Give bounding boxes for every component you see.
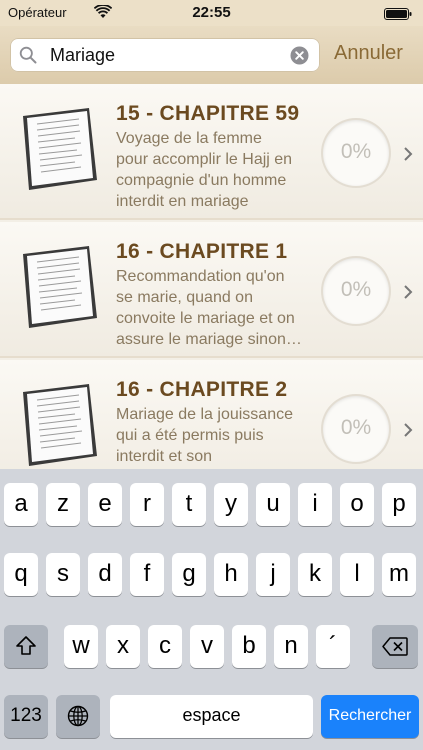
key-f[interactable]: f	[130, 553, 164, 596]
key-j[interactable]: j	[256, 553, 290, 596]
key-r[interactable]: r	[130, 483, 164, 526]
keyboard: a z e r t y u i o p q s d f g h j k l m …	[0, 469, 423, 750]
description-line: Voyage de la femme	[116, 130, 262, 147]
search-header: Annuler	[0, 26, 423, 84]
numbers-key[interactable]: 123	[4, 695, 48, 738]
key-x[interactable]: x	[106, 625, 140, 668]
key-c[interactable]: c	[148, 625, 182, 668]
result-description: Recommandation qu'on se marie, quand on …	[116, 266, 316, 350]
result-row[interactable]: 16 - CHAPITRE 2 Mariage de la jouissance…	[0, 360, 423, 469]
globe-key[interactable]	[56, 695, 100, 738]
backspace-key[interactable]	[372, 625, 418, 668]
search-input[interactable]	[50, 44, 280, 66]
key-a[interactable]: a	[4, 483, 38, 526]
key-p[interactable]: p	[382, 483, 416, 526]
document-icon	[23, 246, 97, 328]
results-list: 15 - CHAPITRE 59 Voyage de la femme pour…	[0, 84, 423, 469]
chevron-right-icon	[404, 423, 413, 437]
description-line: interdit en mariage	[116, 193, 249, 210]
chevron-right-icon	[404, 147, 413, 161]
key-v[interactable]: v	[190, 625, 224, 668]
result-description: Mariage de la jouissance qui a été permi…	[116, 404, 316, 467]
key-m[interactable]: m	[382, 553, 416, 596]
progress-circle: 0%	[323, 396, 389, 462]
progress-label: 0%	[340, 416, 372, 439]
shift-icon	[16, 636, 36, 655]
progress-label: 0%	[340, 140, 372, 163]
battery-icon	[384, 8, 412, 20]
description-line: Recommandation qu'on	[116, 268, 285, 285]
document-icon	[23, 384, 97, 466]
description-line: Mariage de la jouissance	[116, 406, 293, 423]
result-title: 15 - CHAPITRE 59	[116, 102, 300, 125]
key-e[interactable]: e	[88, 483, 122, 526]
description-line: pour accomplir le Hajj en	[116, 151, 293, 168]
key-y[interactable]: y	[214, 483, 248, 526]
description-line: compagnie d'un homme	[116, 172, 287, 189]
key-g[interactable]: g	[172, 553, 206, 596]
key-o[interactable]: o	[340, 483, 374, 526]
result-row[interactable]: 16 - CHAPITRE 1 Recommandation qu'on se …	[0, 222, 423, 358]
key-i[interactable]: i	[298, 483, 332, 526]
progress-circle: 0%	[323, 120, 389, 186]
document-icon	[23, 108, 97, 190]
description-line: interdit et son	[116, 448, 213, 465]
key-b[interactable]: b	[232, 625, 266, 668]
clear-search-icon[interactable]	[290, 46, 309, 65]
globe-icon	[67, 705, 89, 727]
clock: 22:55	[192, 4, 231, 21]
search-field[interactable]	[10, 38, 320, 72]
key-n[interactable]: n	[274, 625, 308, 668]
key-q[interactable]: q	[4, 553, 38, 596]
description-line: qui a été permis puis	[116, 427, 264, 444]
result-description: Voyage de la femme pour accomplir le Haj…	[116, 128, 316, 212]
description-line: se marie, quand on	[116, 289, 253, 306]
shift-key[interactable]	[4, 625, 48, 668]
key-s[interactable]: s	[46, 553, 80, 596]
progress-circle: 0%	[323, 258, 389, 324]
key-w[interactable]: w	[64, 625, 98, 668]
key-h[interactable]: h	[214, 553, 248, 596]
search-icon	[19, 46, 37, 64]
backspace-icon	[382, 637, 408, 656]
chevron-right-icon	[404, 285, 413, 299]
key-t[interactable]: t	[172, 483, 206, 526]
description-line: convoite le mariage et on	[116, 310, 295, 327]
result-row[interactable]: 15 - CHAPITRE 59 Voyage de la femme pour…	[0, 84, 423, 220]
result-title: 16 - CHAPITRE 1	[116, 240, 288, 263]
key-acute-accent[interactable]: ´	[316, 625, 350, 668]
key-z[interactable]: z	[46, 483, 80, 526]
cancel-button[interactable]: Annuler	[334, 42, 403, 65]
status-bar: Opérateur 22:55	[0, 0, 423, 26]
description-line: assure le mariage sinon…	[116, 331, 302, 348]
key-k[interactable]: k	[298, 553, 332, 596]
key-u[interactable]: u	[256, 483, 290, 526]
key-l[interactable]: l	[340, 553, 374, 596]
result-title: 16 - CHAPITRE 2	[116, 378, 288, 401]
key-d[interactable]: d	[88, 553, 122, 596]
progress-label: 0%	[340, 278, 372, 301]
space-key[interactable]: espace	[110, 695, 313, 738]
search-return-key[interactable]: Rechercher	[321, 695, 419, 738]
